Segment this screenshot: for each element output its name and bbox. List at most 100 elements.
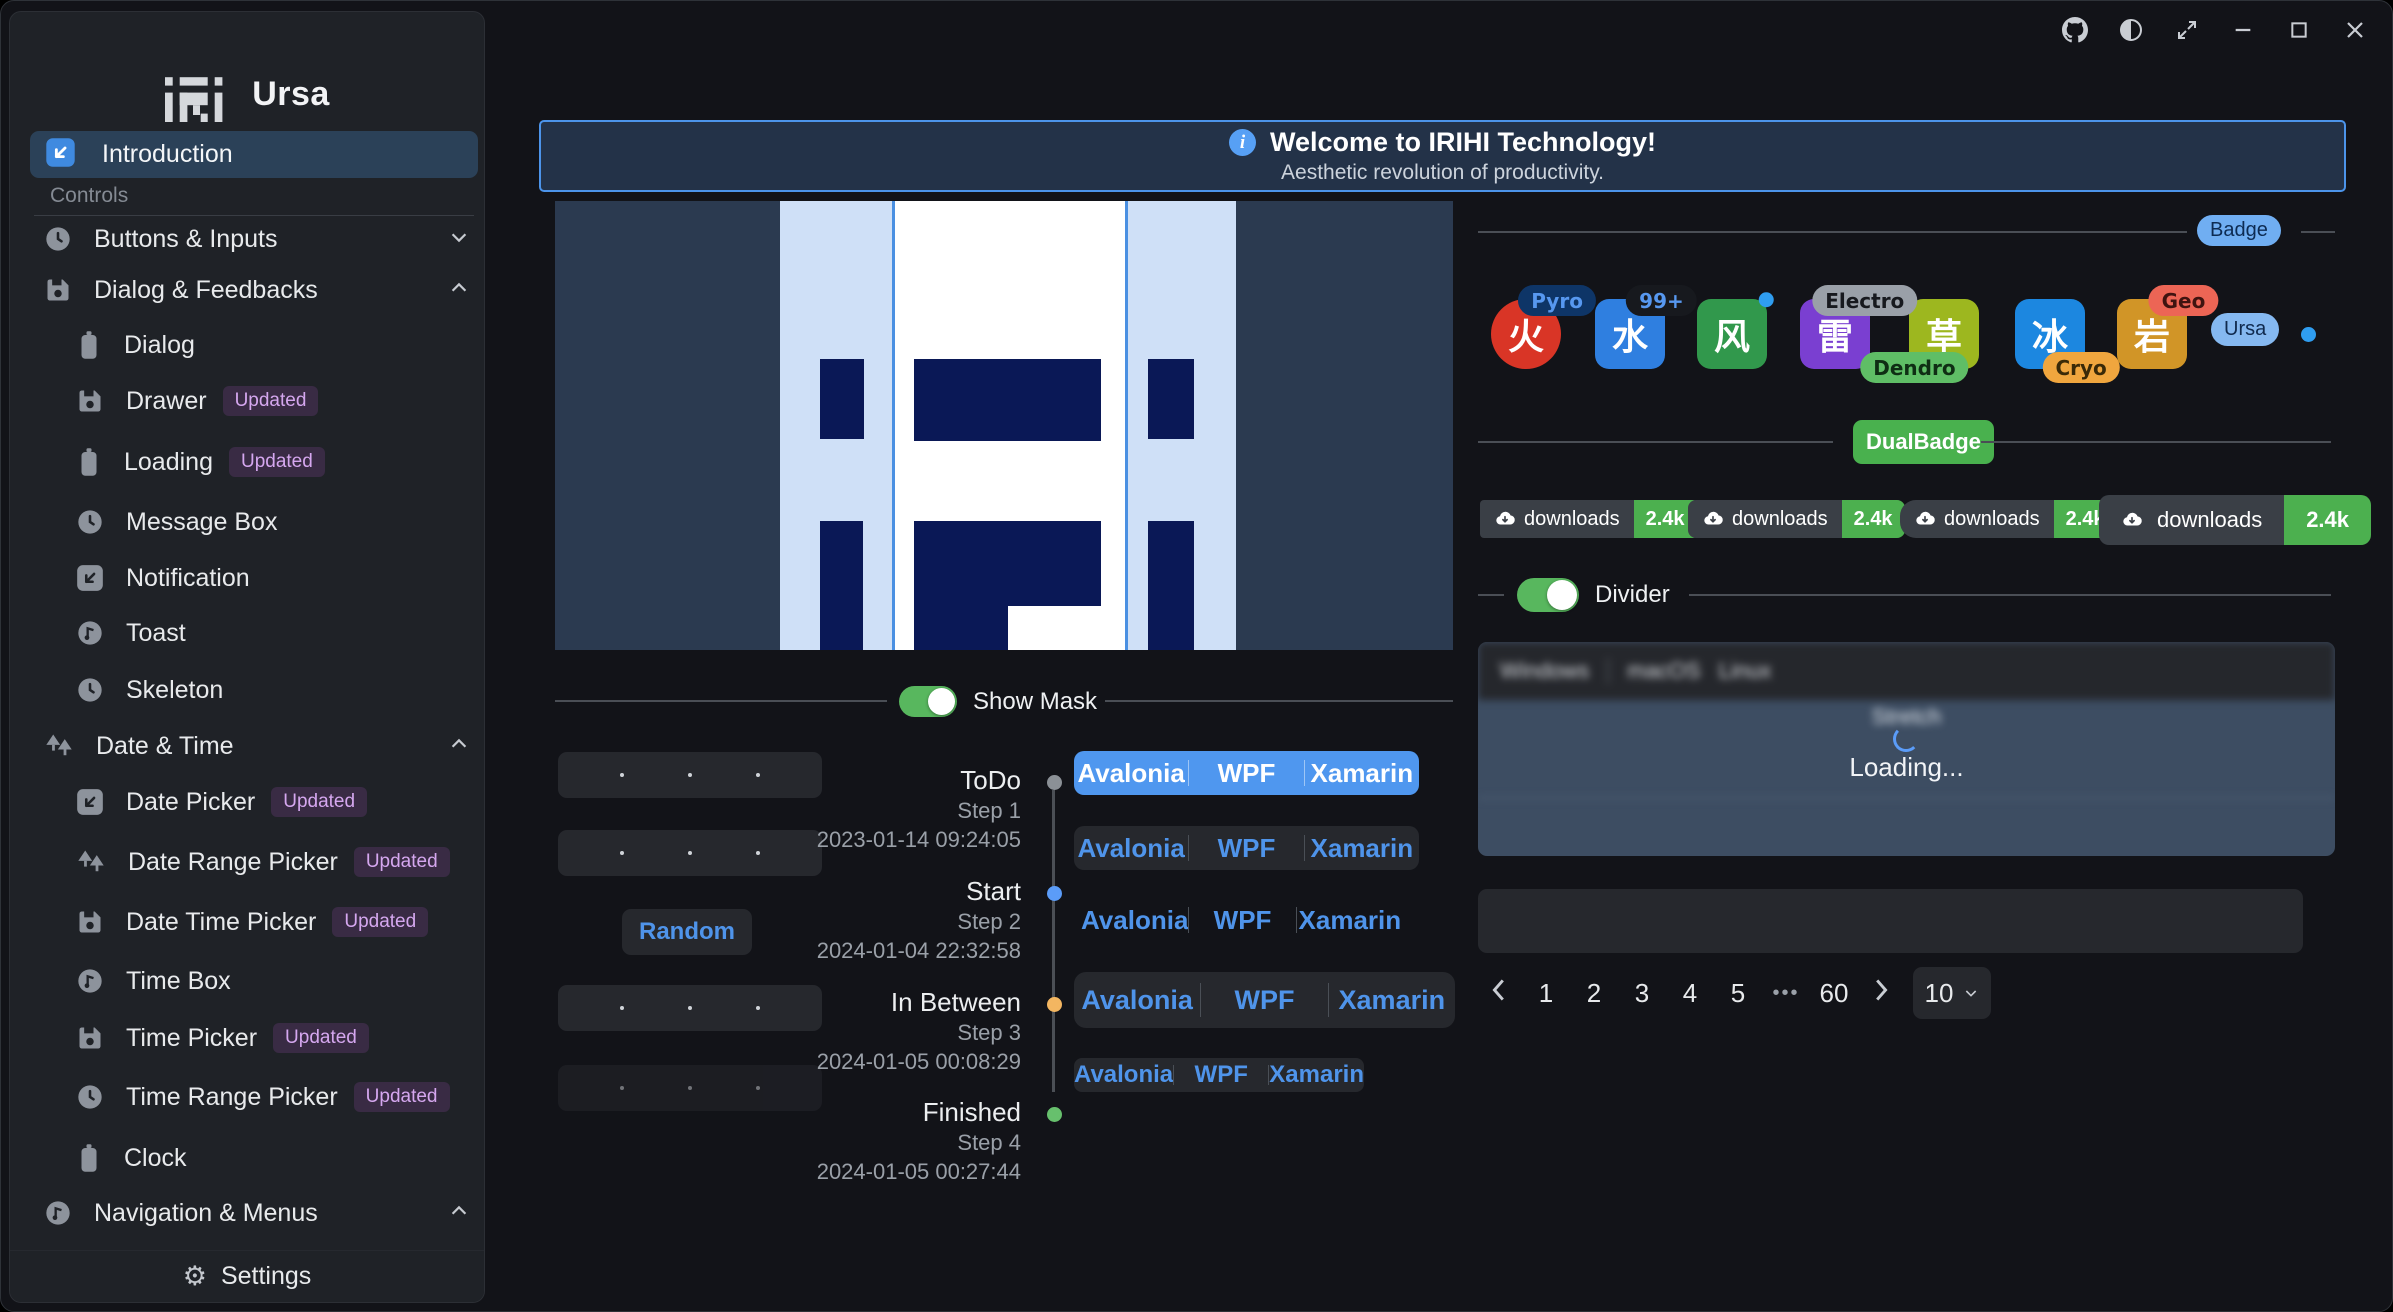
page-button-60[interactable]: 60 [1817,978,1851,1009]
divider-line [1478,441,1833,443]
sidebar-item-message-box[interactable]: Message Box [76,500,277,544]
page-size-select[interactable]: 10 [1913,967,1991,1019]
page-button-5[interactable]: 5 [1721,978,1755,1009]
page-ellipsis: ••• [1769,982,1803,1005]
corner-badge: Dendro [1860,352,1968,383]
loading-panel-tabs: Windows macOS Linux [1478,642,2335,700]
settings-button[interactable]: ⚙ Settings [10,1250,484,1302]
divider-line [1689,594,2331,596]
step-subtitle: Step 2 [781,909,1021,935]
close-icon[interactable] [2342,17,2368,43]
updated-badge: Updated [354,1082,450,1112]
selection-group-3[interactable]: AvaloniaWPFXamarin [1081,899,1403,941]
irihi-logo-icon [164,66,236,122]
masked-logo-image [555,201,1453,650]
sidebar-item-introduction[interactable]: Introduction [30,131,478,178]
downloads-badge: downloads 2.4k [2099,495,2371,545]
group-option-wpf[interactable]: WPF [1201,985,1327,1016]
sidebar-section-divider [34,215,474,216]
downloads-count: 2.4k [2284,495,2371,545]
show-mask-toggle[interactable] [899,686,957,717]
group-option-xamarin[interactable]: Xamarin [1297,905,1403,936]
banner-subtitle: Aesthetic revolution of productivity. [1281,161,1604,185]
group-option-avalonia[interactable]: Avalonia [1074,758,1188,789]
sidebar-item-label: Dialog [124,331,195,360]
group-option-avalonia[interactable]: Avalonia [1074,833,1188,864]
step-title: Finished [781,1097,1021,1128]
sidebar-item-toast[interactable]: Toast [76,611,186,655]
minimize-icon[interactable] [2230,17,2256,43]
divider-line [1981,441,2331,443]
note-icon [76,967,104,995]
selection-group-5[interactable]: AvaloniaWPFXamarin [1074,1058,1364,1092]
group-option-avalonia[interactable]: Avalonia [1074,1061,1173,1089]
step-dot [1047,997,1062,1012]
sidebar-item-label: Time Picker [126,1024,257,1053]
github-icon[interactable] [2062,17,2088,43]
tab-macos[interactable]: macOS [1627,658,1700,684]
fullscreen-icon[interactable] [2174,17,2200,43]
chevron-up-icon [448,1200,470,1227]
sidebar-item-dialog[interactable]: Dialog [76,323,195,367]
next-page-icon[interactable] [1865,978,1899,1009]
group-option-xamarin[interactable]: Xamarin [1269,1061,1364,1089]
battery-icon [76,447,102,477]
group-option-xamarin[interactable]: Xamarin [1329,985,1455,1016]
group-option-avalonia[interactable]: Avalonia [1081,905,1188,936]
group-option-wpf[interactable]: WPF [1189,758,1303,789]
badge-tile-cryo: 冰Cryo [2015,299,2085,369]
step-time: 2023-01-14 09:24:05 [781,827,1021,853]
banner-title: Welcome to IRIHI Technology! [1270,127,1656,158]
selection-group-2[interactable]: AvaloniaWPFXamarin [1074,826,1419,870]
sidebar-item-date-time[interactable]: Date & Time [44,724,234,768]
prev-page-icon[interactable] [1481,978,1515,1009]
clock-icon [76,1083,104,1111]
sidebar-item-loading[interactable]: LoadingUpdated [76,440,325,484]
step-title: Start [781,876,1021,907]
page-button-2[interactable]: 2 [1577,978,1611,1009]
tab-linux[interactable]: Linux [1719,658,1772,684]
divider-toggle[interactable] [1517,578,1579,612]
sidebar-item-navigation-menus[interactable]: Navigation & Menus [44,1191,318,1235]
group-option-wpf[interactable]: WPF [1189,833,1303,864]
sidebar-item-date-picker[interactable]: Date PickerUpdated [76,780,367,824]
sidebar-item-time-picker[interactable]: Time PickerUpdated [76,1016,369,1060]
pagination: 12345 ••• 60 10 [1481,967,1991,1019]
sidebar-item-label: Navigation & Menus [94,1199,318,1228]
loading-panel: Windows macOS Linux Stretch Loading... [1478,642,2335,856]
sidebar-item-drawer[interactable]: DrawerUpdated [76,379,318,423]
sidebar-item-date-range-picker[interactable]: Date Range PickerUpdated [76,840,450,884]
page-button-4[interactable]: 4 [1673,978,1707,1009]
page-button-3[interactable]: 3 [1625,978,1659,1009]
group-option-xamarin[interactable]: Xamarin [1305,833,1419,864]
maximize-icon[interactable] [2286,17,2312,43]
sidebar-item-label: Dialog & Feedbacks [94,276,318,305]
trees-icon [76,848,106,876]
updated-badge: Updated [223,386,319,416]
floppy-icon [44,276,72,304]
group-option-xamarin[interactable]: Xamarin [1305,758,1419,789]
sidebar-item-skeleton[interactable]: Skeleton [76,668,223,712]
floppy-icon [76,387,104,415]
sidebar-item-time-box[interactable]: Time Box [76,959,231,1003]
sidebar-item-date-time-picker[interactable]: Date Time PickerUpdated [76,900,428,944]
page-button-1[interactable]: 1 [1529,978,1563,1009]
sidebar-item-time-range-picker[interactable]: Time Range PickerUpdated [76,1075,450,1119]
sidebar-item-buttons-inputs[interactable]: Buttons & Inputs [44,217,277,261]
arrow-square-icon [45,137,76,173]
tab-windows[interactable]: Windows [1500,658,1589,684]
sidebar-item-notification[interactable]: Notification [76,556,250,600]
group-option-avalonia[interactable]: Avalonia [1074,985,1200,1016]
cloud-download-icon [1702,508,1724,530]
random-button[interactable]: Random [622,909,752,955]
empty-input[interactable] [1478,889,2303,953]
group-option-wpf[interactable]: WPF [1174,1061,1268,1089]
cloud-download-icon [1914,508,1936,530]
group-option-wpf[interactable]: WPF [1189,905,1295,936]
theme-toggle-icon[interactable] [2118,17,2144,43]
step-dot [1047,1107,1062,1122]
sidebar-item-clock[interactable]: Clock [76,1136,187,1180]
sidebar-item-dialog-feedbacks[interactable]: Dialog & Feedbacks [44,268,318,312]
selection-group-1[interactable]: AvaloniaWPFXamarin [1074,751,1419,795]
selection-group-4[interactable]: AvaloniaWPFXamarin [1074,972,1455,1028]
